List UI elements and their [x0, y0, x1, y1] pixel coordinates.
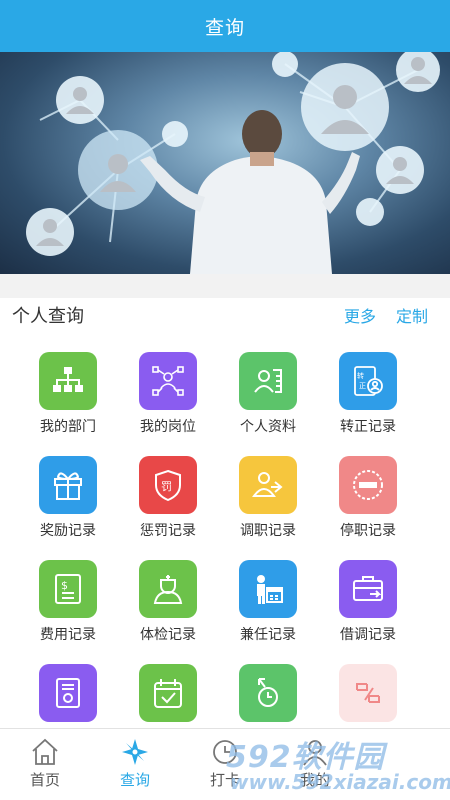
more-link[interactable]: 更多: [344, 303, 376, 327]
tab-clock-in[interactable]: 打卡: [180, 729, 270, 800]
tab-home[interactable]: 首页: [0, 729, 90, 800]
customize-link[interactable]: 定制: [396, 303, 428, 327]
grid-item-profile[interactable]: 个人资料: [212, 352, 324, 456]
briefcase-transfer-icon: [339, 560, 397, 618]
tab-label: 查询: [119, 771, 150, 789]
clock-in-icon: [213, 740, 237, 764]
grid-item-regularization[interactable]: 转正 转正记录: [312, 352, 424, 456]
concurrent-post-icon: [239, 560, 297, 618]
home-icon: [32, 738, 58, 765]
grid-item-label: 费用记录: [40, 627, 96, 643]
grid-item-label: 转正记录: [340, 419, 396, 435]
grid-item-suspension[interactable]: 停职记录: [312, 456, 424, 560]
compass-icon: [122, 739, 148, 765]
grid-item-position[interactable]: 我的岗位: [112, 352, 224, 456]
certificate-icon: [39, 664, 97, 722]
grid-item-concurrent[interactable]: 兼任记录: [212, 560, 324, 664]
section-header: 个人查询 更多 定制: [0, 298, 450, 334]
grid-item-label: 我的岗位: [140, 419, 196, 435]
grid-item-exchange[interactable]: [312, 664, 424, 728]
grid-item-expense[interactable]: $ 费用记录: [12, 560, 124, 664]
user-icon: [303, 740, 327, 766]
grid-item-label: 体检记录: [140, 627, 196, 643]
grid-item-label: 惩罚记录: [140, 523, 196, 539]
calendar-check-icon: [139, 664, 197, 722]
top-bar: 查询: [0, 0, 450, 52]
penalty-shield-icon: 罚: [139, 456, 197, 514]
org-chart-icon: [39, 352, 97, 410]
grid-item-label: 借调记录: [340, 627, 396, 643]
grid-item-certificate[interactable]: [12, 664, 124, 728]
tab-mine[interactable]: 我的: [270, 729, 360, 800]
grid-item-overtime[interactable]: [212, 664, 324, 728]
svg-text:转: 转: [357, 371, 364, 380]
profile-card-icon: [239, 352, 297, 410]
grid-item-label: 奖励记录: [40, 523, 96, 539]
grid-item-label: 调职记录: [240, 523, 296, 539]
position-network-icon: [139, 352, 197, 410]
svg-text:罚: 罚: [161, 480, 172, 493]
banner-illustration: [26, 52, 440, 274]
function-grid: 我的部门 我的岗位 个人资料 转正 转正记录 奖励记录 罚 惩罚记录 调职记录 …: [0, 344, 450, 728]
bottom-tab-bar: 首页 查询 打卡 我的: [0, 728, 450, 800]
tab-label: 我的: [299, 771, 330, 789]
suspend-icon: [339, 456, 397, 514]
grid-item-secondment[interactable]: 借调记录: [312, 560, 424, 664]
clock-arrow-icon: [239, 664, 297, 722]
grid-item-label: 兼任记录: [240, 627, 296, 643]
tab-label: 打卡: [209, 771, 240, 789]
expense-doc-icon: $: [39, 560, 97, 618]
svg-text:$: $: [61, 579, 68, 592]
section-title: 个人查询: [12, 306, 84, 327]
grid-item-reward[interactable]: 奖励记录: [12, 456, 124, 560]
grid-item-penalty[interactable]: 罚 惩罚记录: [112, 456, 224, 560]
grid-item-transfer[interactable]: 调职记录: [212, 456, 324, 560]
svg-text:正: 正: [359, 382, 366, 390]
grid-item-label: 个人资料: [240, 419, 296, 435]
grid-item-attendance[interactable]: [112, 664, 224, 728]
banner-image[interactable]: [0, 52, 450, 274]
grid-item-label: 停职记录: [340, 523, 396, 539]
grid-item-label: 我的部门: [40, 419, 96, 435]
grid-item-medical[interactable]: 体检记录: [112, 560, 224, 664]
regularization-doc-icon: 转正: [339, 352, 397, 410]
page-title: 查询: [204, 16, 245, 39]
exchange-icon: [339, 664, 397, 722]
grid-item-department[interactable]: 我的部门: [12, 352, 124, 456]
gift-icon: [39, 456, 97, 514]
tab-label: 首页: [29, 771, 60, 789]
transfer-users-icon: [239, 456, 297, 514]
doctor-icon: [139, 560, 197, 618]
tab-query[interactable]: 查询: [90, 729, 180, 800]
